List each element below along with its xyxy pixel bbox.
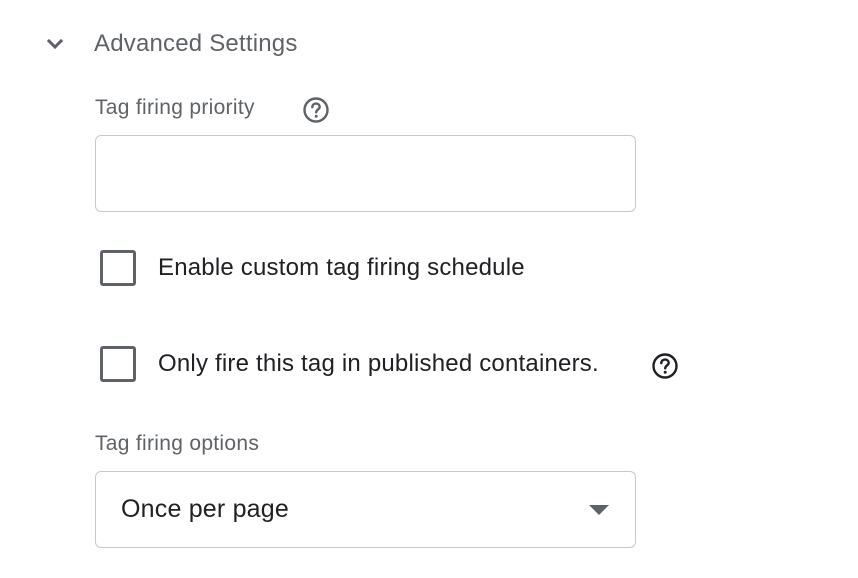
dropdown-arrow-icon: [589, 505, 609, 515]
published-only-checkbox-row[interactable]: Only fire this tag in published containe…: [100, 346, 599, 382]
selected-option: Once per page: [121, 495, 289, 523]
custom-schedule-checkbox[interactable]: [100, 250, 136, 286]
tag-firing-options-label: Tag firing options: [95, 432, 260, 455]
advanced-settings-header[interactable]: Advanced Settings: [38, 24, 298, 64]
published-only-label: Only fire this tag in published containe…: [158, 350, 599, 377]
tag-firing-priority-input[interactable]: [95, 135, 636, 212]
chevron-down-icon[interactable]: [38, 27, 72, 61]
published-only-checkbox[interactable]: [100, 346, 136, 382]
tag-firing-options-select[interactable]: Once per page: [95, 471, 636, 548]
tag-firing-priority-label: Tag firing priority: [95, 96, 255, 119]
section-title: Advanced Settings: [94, 30, 298, 57]
custom-schedule-checkbox-row[interactable]: Enable custom tag firing schedule: [100, 250, 525, 286]
help-icon[interactable]: [651, 352, 679, 380]
custom-schedule-label: Enable custom tag firing schedule: [158, 254, 525, 281]
help-icon[interactable]: [302, 96, 330, 124]
